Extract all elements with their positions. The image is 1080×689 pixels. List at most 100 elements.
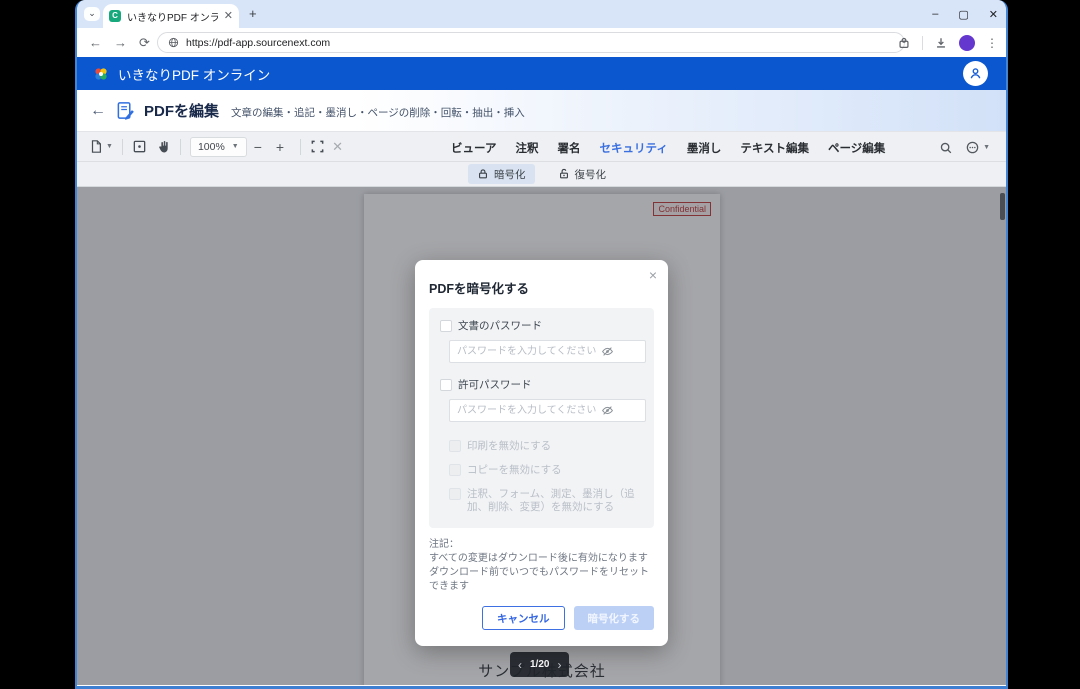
maximize-button[interactable]: ▢ <box>958 8 968 21</box>
reload-icon[interactable]: ⟳ <box>139 35 150 51</box>
divider <box>122 139 123 155</box>
unlock-icon <box>558 168 570 180</box>
security-subtoolbar: 暗号化 復号化 <box>77 162 1006 187</box>
address-bar[interactable]: https://pdf-app.sourcenext.com <box>157 32 905 53</box>
window-controls: – ▢ ✕ <box>932 0 998 28</box>
divider <box>922 36 923 50</box>
dialog-title: PDFを暗号化する <box>429 278 654 297</box>
toolbar-right: ▼ <box>939 132 990 163</box>
permission-password-checkbox[interactable] <box>440 379 452 391</box>
tab-redaction[interactable]: 墨消し <box>687 140 722 156</box>
disable-copy-row: コピーを無効にする <box>449 464 643 477</box>
note-title: 注記： <box>429 538 654 552</box>
divider <box>300 139 301 155</box>
permission-password-input[interactable] <box>449 399 646 422</box>
spacer <box>440 422 643 440</box>
doc-password-label: 文書のパスワード <box>458 320 542 333</box>
page-thumbnail-button[interactable]: ▼ <box>89 139 113 154</box>
account-button[interactable] <box>963 61 988 86</box>
note-line-2: ダウンロード前でいつでもパスワードをリセットできます <box>429 566 654 594</box>
zoom-in-button[interactable]: + <box>276 139 284 155</box>
permission-password-label: 許可パスワード <box>458 379 532 392</box>
page-indicator: 1/20 <box>530 659 549 670</box>
select-area-button[interactable] <box>310 139 325 154</box>
vertical-scrollbar[interactable] <box>1000 193 1005 220</box>
back-icon[interactable]: ← <box>89 35 102 50</box>
feature-tabs: ビューア 注釈 署名 セキュリティ 墨消し テキスト編集 ページ編集 <box>451 132 885 163</box>
doc-password-input[interactable] <box>449 340 646 363</box>
close-button[interactable]: ✕ <box>989 8 998 21</box>
page-subtitle: 文章の編集・追記・墨消し・ページの削除・回転・抽出・挿入 <box>231 105 525 120</box>
lock-icon <box>477 168 489 180</box>
fit-page-button[interactable] <box>132 139 147 154</box>
disable-copy-label: コピーを無効にする <box>467 464 562 477</box>
page-title: PDFを編集 <box>144 100 219 121</box>
navbar-right: ⋮ <box>897 28 998 57</box>
encrypt-button[interactable]: 暗号化 <box>468 164 535 184</box>
browser-tab[interactable]: C いきなりPDF オンライン ✕ <box>103 4 239 28</box>
previous-page-icon[interactable]: ‹ <box>518 658 522 672</box>
profile-avatar[interactable] <box>959 35 975 51</box>
permission-password-row: 許可パスワード <box>440 379 643 392</box>
tab-search-icon[interactable]: ⌄ <box>84 7 100 21</box>
cancel-button[interactable]: キャンセル <box>482 606 565 630</box>
tab-page-edit[interactable]: ページ編集 <box>828 140 885 156</box>
screen: ⌄ C いきなりPDF オンライン ✕ + – ▢ ✕ ← → ⟳ <box>0 0 1080 689</box>
chevron-down-icon: ▼ <box>232 143 239 150</box>
doc-password-row: 文書のパスワード <box>440 320 643 333</box>
spacer <box>440 363 643 379</box>
next-page-icon[interactable]: › <box>557 658 561 672</box>
disable-annotation-checkbox <box>449 488 461 500</box>
spacer <box>440 477 643 488</box>
decrypt-button[interactable]: 復号化 <box>549 164 616 184</box>
minimize-button[interactable]: – <box>932 8 938 20</box>
disable-print-row: 印刷を無効にする <box>449 440 643 453</box>
back-arrow-icon[interactable]: ← <box>90 102 106 120</box>
site-favicon-icon: C <box>109 10 121 22</box>
downloads-icon[interactable] <box>934 36 948 50</box>
eye-off-icon[interactable] <box>601 404 614 422</box>
tab-close-icon[interactable]: ✕ <box>224 11 233 22</box>
password-panel: 文書のパスワード 許可パスワード <box>429 308 654 528</box>
hand-tool-button[interactable] <box>157 139 171 154</box>
note-line-1: すべての変更はダウンロード後に有効になります <box>429 552 654 566</box>
decrypt-label: 復号化 <box>575 167 607 182</box>
doc-password-checkbox[interactable] <box>440 320 452 332</box>
tab-security[interactable]: セキュリティ <box>600 140 668 156</box>
forward-icon[interactable]: → <box>114 35 127 50</box>
zoom-level-dropdown[interactable]: 100% ▼ <box>190 137 247 157</box>
tab-title: いきなりPDF オンライン <box>127 9 218 24</box>
site-info-globe-icon[interactable] <box>168 37 179 48</box>
eye-off-icon[interactable] <box>601 345 614 363</box>
person-icon <box>968 66 983 81</box>
encrypt-dialog: × PDFを暗号化する 文書のパスワード <box>415 260 668 646</box>
tab-signature[interactable]: 署名 <box>558 140 581 156</box>
permission-password-field-wrap <box>449 399 643 422</box>
tab-viewer[interactable]: ビューア <box>451 140 497 156</box>
document-viewport: Confidential サンプル株式会社 ‹ 1/20 › × PDFを暗号化… <box>77 187 1006 685</box>
encrypt-confirm-button[interactable]: 暗号化する <box>574 606 655 630</box>
app-logo-icon <box>93 66 109 82</box>
zoom-level-value: 100% <box>198 141 225 153</box>
zoom-out-button[interactable]: − <box>254 139 262 155</box>
dialog-buttons: キャンセル 暗号化する <box>429 606 654 630</box>
tab-text-edit[interactable]: テキスト編集 <box>740 140 809 156</box>
extensions-icon[interactable] <box>897 36 911 50</box>
browser-menu-icon[interactable]: ⋮ <box>986 36 998 50</box>
page-header: ← PDFを編集 文章の編集・追記・墨消し・ページの削除・回転・抽出・挿入 <box>77 90 1006 131</box>
more-options-button[interactable]: ▼ <box>965 140 990 155</box>
clear-selection-icon[interactable]: ✕ <box>332 139 343 155</box>
app-header: いきなりPDF オンライン <box>77 57 1006 90</box>
disable-copy-checkbox <box>449 464 461 476</box>
viewer-toolbar: ▼ 100% ▼ − + ✕ ビューア 注釈 <box>77 131 1006 162</box>
dialog-close-icon[interactable]: × <box>649 267 657 283</box>
disable-print-checkbox <box>449 440 461 452</box>
disable-print-label: 印刷を無効にする <box>467 440 551 453</box>
disable-annotation-label: 注釈、フォーム、測定、墨消し（追加、削除、変更）を無効にする <box>467 488 643 514</box>
search-icon[interactable] <box>939 141 953 155</box>
new-tab-button[interactable]: + <box>249 6 257 21</box>
chevron-down-icon: ▼ <box>983 144 990 151</box>
tab-annotation[interactable]: 注釈 <box>516 140 539 156</box>
disable-annotation-row: 注釈、フォーム、測定、墨消し（追加、削除、変更）を無効にする <box>449 488 643 514</box>
edit-pdf-icon <box>116 101 135 120</box>
